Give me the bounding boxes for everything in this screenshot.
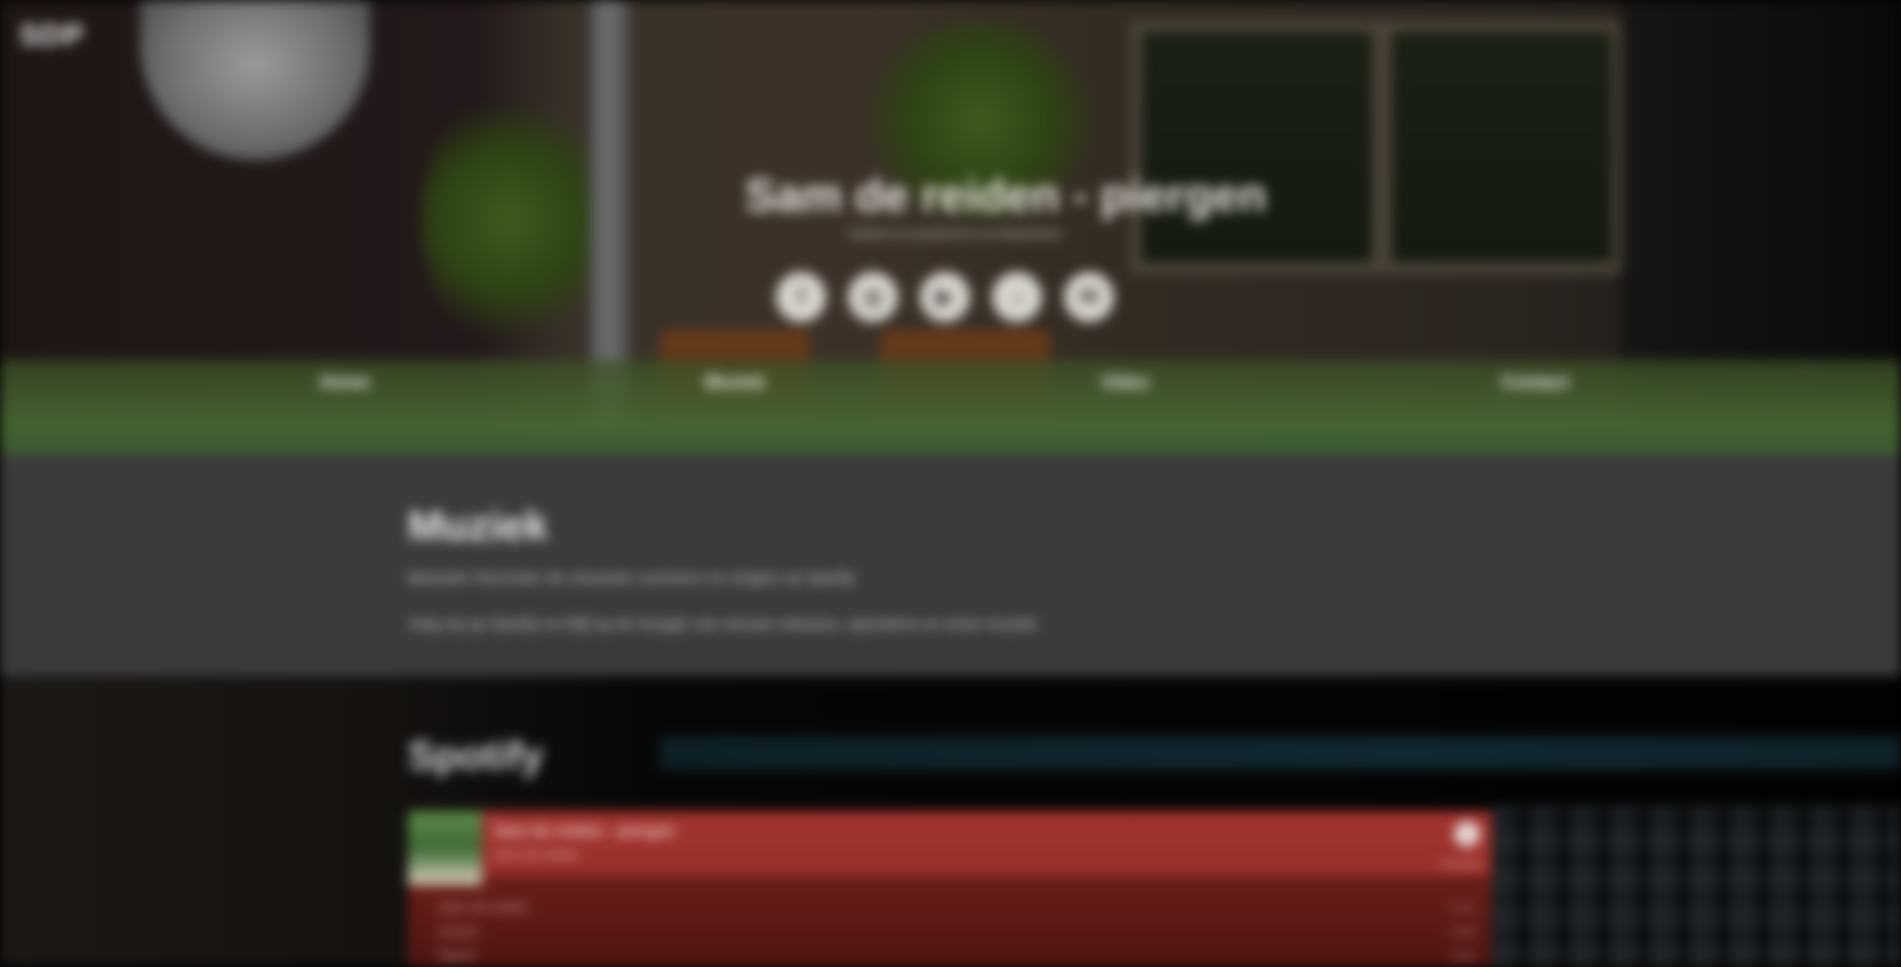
- spotify-section: Spotify Sam de reiden - piergen Sam de r…: [0, 676, 1901, 967]
- nav-item-home[interactable]: Home: [300, 372, 390, 393]
- background-decoration: [660, 736, 1901, 770]
- track-title[interactable]: Sam de reiden - piergen: [494, 823, 675, 841]
- main-nav: Home Muziek Video Contact: [0, 372, 1901, 402]
- hero-subtitle: Artiest en producent uit Nederland: [848, 225, 1062, 241]
- intro-text-line: Beluister hieronder de nieuwste nummers …: [408, 570, 856, 587]
- hero-plant-decoration: [420, 90, 600, 350]
- track-list-item[interactable]: Zomer: [438, 923, 478, 939]
- page: SDP Sam de reiden - piergen Artiest en p…: [0, 0, 1901, 967]
- section-divider: [0, 432, 1901, 454]
- facebook-icon[interactable]: f: [776, 272, 826, 322]
- nav-item-music[interactable]: Muziek: [690, 372, 780, 393]
- hero-window-decoration: [1130, 20, 1384, 274]
- track-list-item[interactable]: Sam de reiden: [438, 899, 529, 915]
- instagram-icon[interactable]: ◎: [848, 272, 898, 322]
- track-duration: 3:12: [1450, 901, 1474, 915]
- section-heading: Muziek: [408, 502, 549, 549]
- hero-lamp-decoration: [140, 0, 370, 160]
- track-duration: 2:58: [1450, 925, 1474, 939]
- spotify-embed-player[interactable]: Sam de reiden - piergen Sam de reiden Pr…: [408, 811, 1492, 967]
- hero-banner: SDP Sam de reiden - piergen Artiest en p…: [0, 0, 1901, 440]
- mail-icon[interactable]: ✉: [1064, 272, 1114, 322]
- spotify-icon[interactable]: ♪: [992, 272, 1042, 322]
- spotify-logo-icon[interactable]: [1454, 821, 1480, 847]
- site-logo[interactable]: SDP: [12, 14, 92, 58]
- nav-item-video[interactable]: Video: [1080, 372, 1170, 393]
- section-heading: Spotify: [408, 734, 544, 778]
- social-links: f ◎ ▶ ♪ ✉: [776, 272, 1114, 322]
- track-duration: 3:40: [1450, 949, 1474, 963]
- background-decoration: [1490, 806, 1901, 967]
- intro-text-line: Volg mij op Spotify en blijf op de hoogt…: [408, 616, 1037, 633]
- track-list-item[interactable]: Nacht: [438, 947, 475, 963]
- hero-window-decoration: [1380, 20, 1624, 274]
- hero-title: Sam de reiden - piergen: [745, 169, 1267, 221]
- youtube-icon[interactable]: ▶: [920, 272, 970, 322]
- track-artist[interactable]: Sam de reiden: [494, 847, 579, 862]
- preview-label: Preview: [1440, 859, 1480, 871]
- nav-item-contact[interactable]: Contact: [1485, 372, 1585, 393]
- album-cover[interactable]: [408, 811, 482, 885]
- music-intro-section: Muziek Beluister hieronder de nieuwste n…: [0, 454, 1901, 676]
